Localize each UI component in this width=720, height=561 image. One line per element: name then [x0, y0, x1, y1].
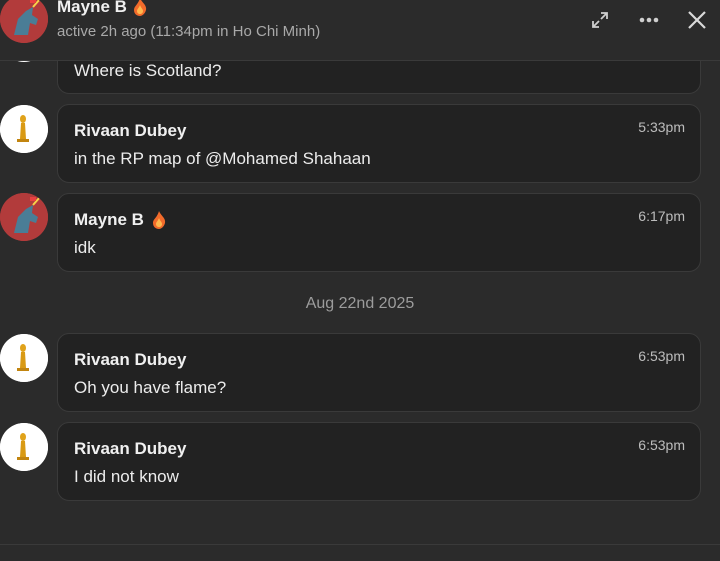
more-button[interactable]	[635, 6, 663, 34]
sender-name-text: Rivaan Dubey	[74, 350, 187, 369]
sender-name: Rivaan Dubey	[74, 439, 186, 459]
date-separator: Aug 22nd 2025	[305, 295, 415, 312]
message-text: Oh you have flame?	[74, 378, 227, 397]
more-icon	[639, 17, 659, 23]
chess-bishop-avatar-icon	[0, 423, 48, 471]
avatar[interactable]	[0, 105, 48, 153]
avatar[interactable]	[0, 0, 48, 43]
message-bubble: Rivaan Dubey 6:53pm I did not know	[57, 422, 701, 501]
message-bubble: Mayne B 6:17pm idk	[57, 193, 701, 272]
flame-icon	[152, 211, 166, 229]
chess-bishop-avatar-icon	[0, 334, 48, 382]
sender-name-text: Rivaan Dubey	[74, 439, 187, 458]
active-status: active 2h ago (11:34pm in Ho Chi Minh)	[57, 23, 321, 40]
message-timestamp: 6:53pm	[638, 437, 685, 453]
chat-title-text: Mayne B	[57, 0, 127, 16]
message-timestamp: 6:53pm	[638, 348, 685, 364]
unicorn-avatar-icon	[0, 193, 48, 241]
avatar[interactable]	[0, 334, 48, 382]
expand-icon	[592, 12, 608, 28]
avatar[interactable]	[0, 193, 48, 241]
message-bubble: Rivaan Dubey 6:53pm Oh you have flame?	[57, 333, 701, 412]
sender-name-text: Rivaan Dubey	[74, 121, 187, 140]
message-text: I did not know	[74, 467, 179, 486]
sender-name: Rivaan Dubey	[74, 121, 186, 141]
sender-name: Mayne B	[74, 210, 166, 230]
chat-header: Mayne B active 2h ago (11:34pm in Ho Chi…	[0, 0, 720, 61]
message-timestamp: 5:33pm	[638, 119, 685, 135]
chat-title: Mayne B	[57, 0, 147, 17]
sender-name: Rivaan Dubey	[74, 350, 186, 370]
message-timestamp: 6:17pm	[638, 208, 685, 224]
flame-icon	[133, 0, 147, 16]
message-text: in the RP map of @Mohamed Shahaan	[74, 149, 371, 168]
close-button[interactable]	[683, 6, 711, 34]
chess-bishop-avatar-icon	[0, 105, 48, 153]
unicorn-avatar-icon	[0, 0, 48, 43]
sender-name-text: Mayne B	[74, 210, 144, 229]
close-icon	[688, 11, 706, 29]
message-text: Where is Scotland?	[74, 61, 222, 80]
message-text: idk	[74, 238, 96, 257]
composer-divider	[0, 544, 720, 545]
expand-button[interactable]	[586, 6, 614, 34]
message-bubble: Rivaan Dubey 5:33pm in the RP map of @Mo…	[57, 104, 701, 183]
avatar[interactable]	[0, 423, 48, 471]
